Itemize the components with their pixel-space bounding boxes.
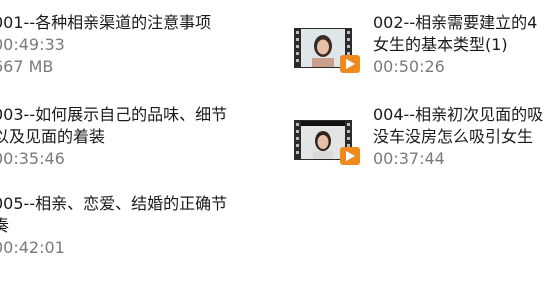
file-title-line-2: 女生的基本类型(1) <box>373 35 508 54</box>
file-duration: 00:42:01 <box>0 238 65 257</box>
file-title-line-1: 005--相亲、恋爱、结婚的正确节 <box>0 194 228 213</box>
file-title-line-1: 004--相亲初次见面的吸 <box>373 105 544 124</box>
video-file-thumbnail-icon <box>294 28 360 73</box>
file-item-004[interactable]: 004--相亲初次见面的吸 没车没房怎么吸引女生 00:37:44 <box>294 104 550 186</box>
file-duration: 00:49:33 <box>0 35 65 54</box>
file-size: 667 MB <box>0 57 54 76</box>
file-title-line-1: 003--如何展示自己的品味、细节 <box>0 105 228 124</box>
file-title-line-1: 002--相亲需要建立的4 <box>373 13 538 32</box>
file-item-002[interactable]: 002--相亲需要建立的4 女生的基本类型(1) 00:50:26 <box>294 12 550 94</box>
file-duration: 00:37:44 <box>373 149 445 168</box>
file-title-line-2: 奏 <box>0 216 10 235</box>
file-title-line-2: 以及见面的着装 <box>0 127 106 146</box>
file-duration: 00:50:26 <box>373 57 445 76</box>
video-file-thumbnail-icon <box>294 120 360 165</box>
file-title-line-2: 没车没房怎么吸引女生 <box>373 127 534 146</box>
file-title: 001--各种相亲渠道的注意事项 <box>0 13 212 32</box>
file-duration: 00:35:46 <box>0 149 65 168</box>
file-item-001[interactable]: 001--各种相亲渠道的注意事项 00:49:33 667 MB <box>0 12 273 78</box>
file-item-005[interactable]: 005--相亲、恋爱、结婚的正确节 奏 00:42:01 <box>0 193 273 259</box>
file-item-003[interactable]: 003--如何展示自己的品味、细节 以及见面的着装 00:35:46 <box>0 104 273 170</box>
